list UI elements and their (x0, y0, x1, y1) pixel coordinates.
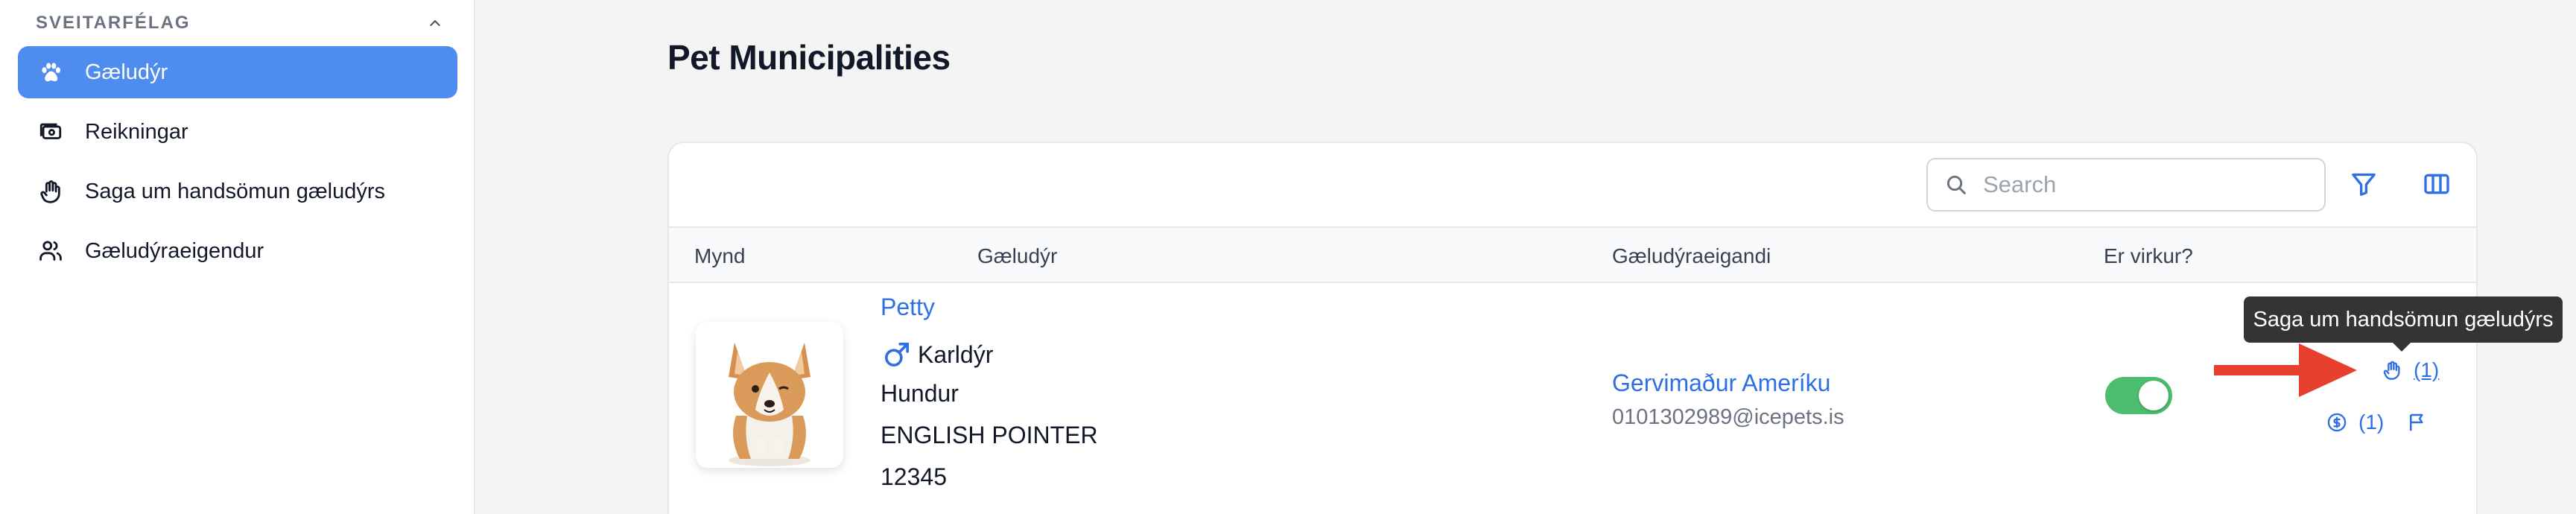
column-header-mynd[interactable]: Mynd (694, 244, 745, 268)
pet-species: Hundur (881, 380, 959, 407)
page-title: Pet Municipalities (667, 38, 951, 77)
sidebar: SVEITARFÉLAG Gæludýr Reikningar Saga um … (0, 0, 475, 514)
search-icon (1941, 170, 1971, 200)
tooltip: Saga um handsömun gæludýrs (2244, 296, 2563, 352)
flag-icon (2405, 410, 2430, 435)
pets-table-card: Mynd Gæludýr Gæludýraeigandi Er virkur? (667, 142, 2478, 514)
hand-icon (36, 177, 66, 206)
flag-button[interactable] (2405, 410, 2439, 435)
users-icon (36, 236, 66, 266)
capture-count: (1) (2414, 358, 2440, 381)
sidebar-item-gaeludyr[interactable]: Gæludýr (18, 46, 457, 98)
column-header-gaeludyr[interactable]: Gæludýr (977, 244, 1057, 268)
sidebar-item-label: Gæludýraeigendur (85, 238, 264, 263)
filter-button[interactable] (2344, 165, 2384, 206)
sidebar-item-eigendur[interactable]: Gæludýraeigendur (18, 225, 457, 277)
paw-icon (36, 57, 66, 87)
sidebar-item-reikningar[interactable]: Reikningar (18, 106, 457, 158)
table-header: Mynd Gæludýr Gæludýraeigandi Er virkur? (669, 226, 2476, 283)
pet-gender: Karldýr (881, 338, 993, 371)
pet-breed: ENGLISH POINTER (881, 422, 1098, 448)
owner-name-link[interactable]: Gervimaður Ameríku (1612, 369, 1830, 397)
dollar-circle-icon (2324, 410, 2350, 435)
annotation-arrow (2214, 343, 2357, 397)
columns-icon (2422, 169, 2452, 203)
filter-icon (2349, 169, 2379, 203)
sidebar-item-saga[interactable]: Saga um handsömun gæludýrs (18, 165, 457, 218)
column-header-virkur[interactable]: Er virkur? (2104, 244, 2193, 268)
columns-button[interactable] (2417, 165, 2457, 206)
corgi-illustration (729, 343, 810, 466)
invoice-icon (36, 117, 66, 147)
search-box[interactable] (1926, 158, 2326, 212)
pet-photo[interactable] (696, 322, 843, 468)
hand-icon (2379, 358, 2405, 383)
owner-email: 0101302989@icepets.is (1612, 405, 1844, 429)
sidebar-item-label: Saga um handsömun gæludýrs (85, 179, 386, 203)
sidebar-group-header[interactable]: SVEITARFÉLAG (36, 10, 445, 36)
search-input[interactable] (1983, 171, 2311, 198)
active-toggle[interactable] (2105, 377, 2172, 414)
invoice-link[interactable]: (1) (2324, 410, 2384, 435)
tooltip-text: Saga um handsömun gæludýrs (2253, 307, 2554, 331)
sidebar-item-label: Reikningar (85, 119, 188, 144)
pet-chip-number: 12345 (881, 463, 947, 490)
chevron-up-icon[interactable] (425, 13, 445, 34)
column-header-eigandi[interactable]: Gæludýraeigandi (1612, 244, 1771, 268)
capture-history-link[interactable]: (1) (2379, 358, 2439, 383)
pet-name-link[interactable]: Petty (881, 294, 935, 321)
sidebar-group-title: SVEITARFÉLAG (36, 13, 191, 33)
invoice-count: (1) (2358, 410, 2385, 434)
tooltip-pointer (2393, 343, 2411, 352)
sidebar-item-label: Gæludýr (85, 60, 168, 84)
pet-gender-label: Karldýr (918, 340, 994, 368)
toggle-knob (2139, 381, 2169, 410)
male-icon (881, 338, 913, 371)
